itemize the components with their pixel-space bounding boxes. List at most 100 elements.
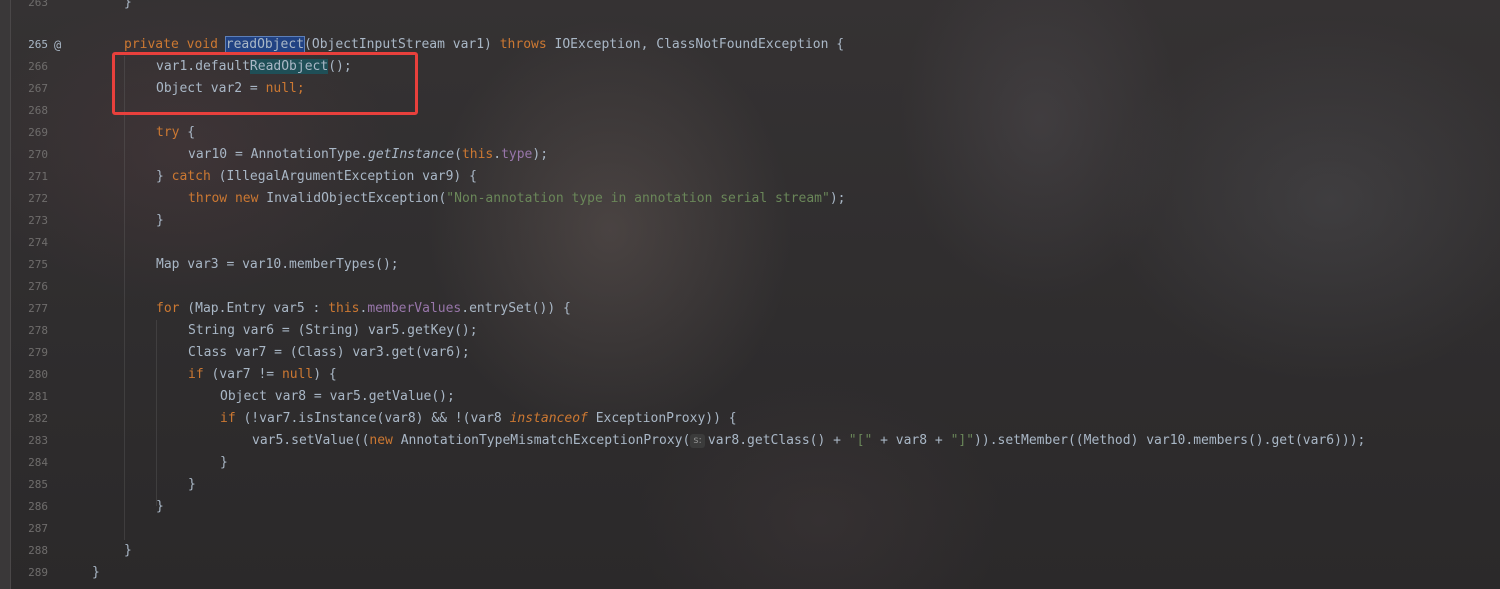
code-token: (!var7.isInstance(var8) && !(var8 — [235, 411, 510, 426]
keyword: throw — [188, 191, 228, 206]
method-name-highlight[interactable]: readObject — [224, 36, 306, 53]
code-text: } catch (IllegalArgumentException var9) … — [156, 166, 477, 188]
line-number: 279 — [28, 346, 48, 359]
code-line-270: 270 var10 = AnnotationType.getInstance(t… — [0, 144, 1500, 166]
line-number: 265 — [28, 38, 48, 51]
line-number: 276 — [28, 280, 48, 293]
code-token: InvalidObjectException( — [258, 191, 447, 206]
code-line-280: 280 if (var7 != null) { — [0, 364, 1500, 386]
line-number: 271 — [28, 170, 48, 183]
annotation-highlight-box — [112, 52, 418, 115]
keyword: void — [186, 37, 218, 52]
keyword: private — [124, 37, 179, 52]
line-number: 284 — [28, 456, 48, 469]
code-line-273: 273 } — [0, 210, 1500, 232]
code-text: String var6 = (String) var5.getKey(); — [188, 323, 478, 338]
code-text: } — [92, 565, 100, 580]
code-token: var8.getClass() + — [707, 433, 849, 448]
line-number: 270 — [28, 148, 48, 161]
code-token: ) { — [313, 367, 337, 382]
code-text: } — [124, 0, 132, 10]
code-token: AnnotationTypeMismatchExceptionProxy( — [392, 433, 691, 448]
code-line-288: 288 } — [0, 540, 1500, 562]
line-number: 287 — [28, 522, 48, 535]
line-number: 278 — [28, 324, 48, 337]
code-token: ); — [532, 147, 549, 162]
code-token: .entrySet()) { — [461, 301, 571, 316]
code-token: (IllegalArgumentException var9) { — [210, 169, 477, 184]
line-number: 266 — [28, 60, 48, 73]
line-number: 277 — [28, 302, 48, 315]
code-token: var10 = AnnotationType. — [188, 147, 369, 162]
string-literal: "[" — [848, 433, 873, 448]
code-line-272: 272 throw new InvalidObjectException("No… — [0, 188, 1500, 210]
line-number: 267 — [28, 82, 48, 95]
line-number: 263 — [28, 0, 48, 9]
line-number: 286 — [28, 500, 48, 513]
code-line-277: 277 for (Map.Entry var5 : this.memberVal… — [0, 298, 1500, 320]
keyword: new — [234, 191, 259, 206]
code-line-289: 289 } — [0, 562, 1500, 584]
keyword: try — [156, 125, 180, 140]
line-number: 272 — [28, 192, 48, 205]
line-number: 285 — [28, 478, 48, 491]
code-token: (var7 != — [203, 367, 282, 382]
line-number: 273 — [28, 214, 48, 227]
string-literal: "Non-annotation type in annotation seria… — [446, 191, 830, 206]
code-text: } — [188, 477, 196, 492]
keyword: throws — [499, 37, 547, 52]
code-text: var5.setValue((new AnnotationTypeMismatc… — [252, 430, 1365, 452]
code-line-269: 269 try { — [0, 122, 1500, 144]
code-line-282: 282 if (!var7.isInstance(var8) && !(var8… — [0, 408, 1500, 430]
keyword: if — [188, 367, 204, 382]
line-number: 269 — [28, 126, 48, 139]
code-text: Class var7 = (Class) var3.get(var6); — [188, 345, 470, 360]
code-token: + var8 + — [872, 433, 951, 448]
keyword: this — [461, 147, 494, 162]
keyword: this — [328, 301, 360, 316]
code-text: } — [124, 543, 132, 558]
code-line-275: 275 Map var3 = var10.memberTypes(); — [0, 254, 1500, 276]
code-token: (Map.Entry var5 : — [179, 301, 329, 316]
string-literal: "]" — [950, 433, 975, 448]
code-line-278: 278 String var6 = (String) var5.getKey()… — [0, 320, 1500, 342]
code-token: ( — [454, 147, 462, 162]
code-text: } — [156, 213, 164, 228]
code-editor[interactable]: 263 } 265 @ private void readObject(Obje… — [0, 0, 1500, 589]
field: type — [501, 147, 533, 162]
code-token: ); — [829, 191, 846, 206]
code-text: } — [220, 455, 228, 470]
code-line-263: 263 } — [0, 0, 1500, 14]
code-text: Object var8 = var5.getValue(); — [220, 389, 455, 404]
code-token: { — [179, 125, 196, 140]
code-line-286: 286 } — [0, 496, 1500, 518]
code-line-276: 276 — [0, 276, 1500, 298]
code-line-271: 271 } catch (IllegalArgumentException va… — [0, 166, 1500, 188]
code-text: Map var3 = var10.memberTypes(); — [156, 257, 399, 272]
code-line-274: 274 — [0, 232, 1500, 254]
code-token: var5.setValue(( — [252, 433, 370, 448]
override-gutter-icon[interactable]: @ — [54, 34, 61, 56]
code-line-285: 285 } — [0, 474, 1500, 496]
code-text: var10 = AnnotationType.getInstance(this.… — [188, 144, 548, 166]
field: memberValues — [367, 301, 462, 316]
code-token: (ObjectInputStream var1) — [304, 37, 500, 52]
code-token: } — [156, 169, 172, 184]
line-number: 275 — [28, 258, 48, 271]
keyword: catch — [171, 169, 211, 184]
code-token: ExceptionProxy)) { — [587, 411, 737, 426]
code-text: if (var7 != null) { — [188, 364, 337, 386]
code-line-283: 283 var5.setValue((new AnnotationTypeMis… — [0, 430, 1500, 452]
code-line-287: 287 — [0, 518, 1500, 540]
line-number: 282 — [28, 412, 48, 425]
code-text: throw new InvalidObjectException("Non-an… — [188, 188, 845, 210]
line-number: 268 — [28, 104, 48, 117]
code-text: for (Map.Entry var5 : this.memberValues.… — [156, 298, 571, 320]
line-number: 274 — [28, 236, 48, 249]
code-line-281: 281 Object var8 = var5.getValue(); — [0, 386, 1500, 408]
code-text: } — [156, 499, 164, 514]
keyword: instanceof — [509, 411, 588, 426]
code-text: try { — [156, 122, 195, 144]
code-text: if (!var7.isInstance(var8) && !(var8 ins… — [220, 408, 737, 430]
parameter-hint: s: — [690, 434, 705, 448]
